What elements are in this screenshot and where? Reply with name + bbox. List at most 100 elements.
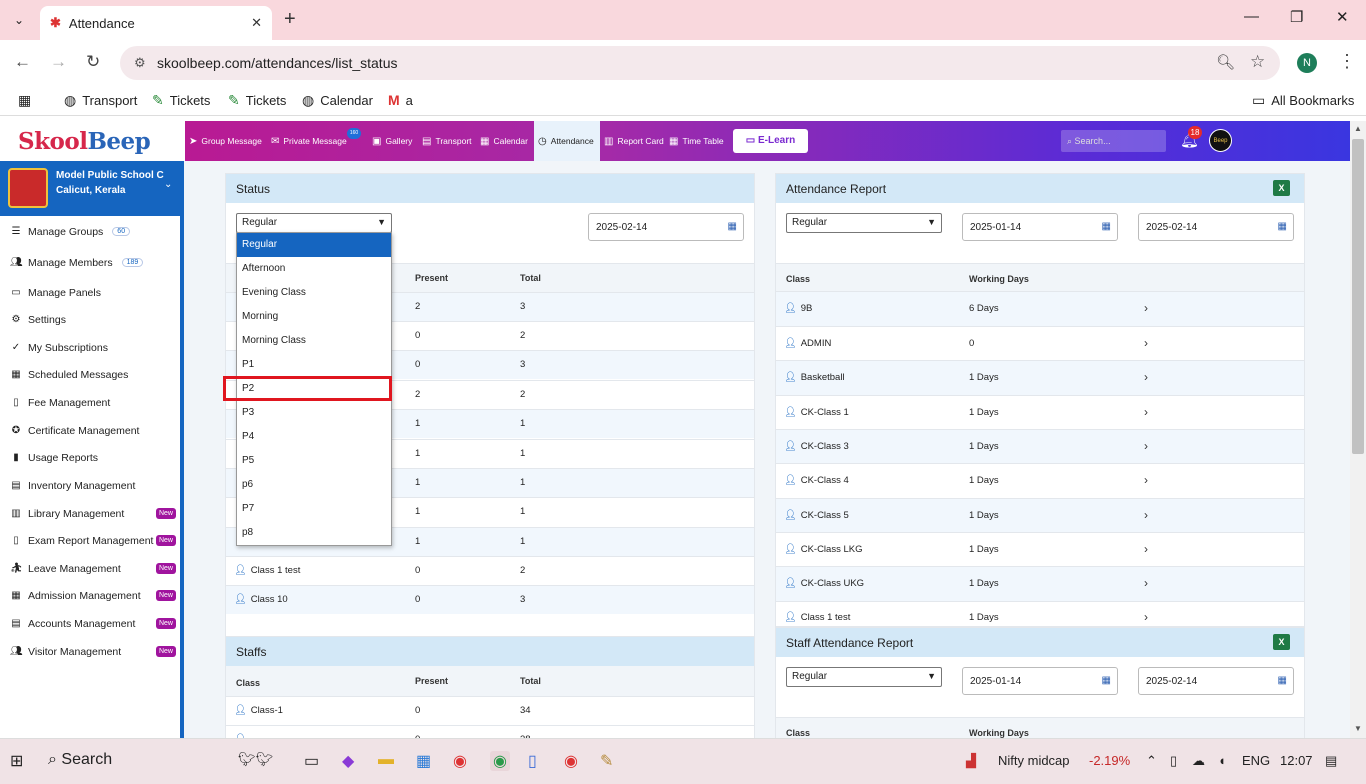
language[interactable]: ENG	[1242, 753, 1270, 768]
bookmark-tickets[interactable]: ✎ Tickets	[152, 92, 210, 109]
taskbar-search[interactable]: ⌕ Search	[48, 751, 112, 769]
sidebar-item-admission-management[interactable]: ▦ Admission Management New	[0, 582, 180, 609]
bookmark-star-icon[interactable]: ☆	[1250, 52, 1265, 72]
sidebar-item-visitor-management[interactable]: 👥︎ Visitor Management New	[0, 638, 180, 665]
site-info-icon[interactable]: ⚙	[134, 55, 146, 71]
nav-calendar[interactable]: ▦ Calendar	[476, 121, 532, 161]
close-tab-icon[interactable]: ✕	[251, 15, 262, 31]
reload-icon[interactable]: ↻	[86, 52, 100, 72]
paint-icon[interactable]: ✎	[600, 751, 613, 771]
chevron-right-icon[interactable]: ›	[1144, 439, 1148, 453]
sidebar-item-leave-management[interactable]: ⛹︎ Leave Management New	[0, 555, 180, 582]
elearn-button[interactable]: ▭ E-Learn	[733, 129, 808, 153]
table-row[interactable]: 👤︎ CK-Class 31 Days ›	[776, 429, 1304, 463]
staff-report-to-date[interactable]: 2025-02-14 ▦	[1138, 667, 1294, 695]
chevron-right-icon[interactable]: ›	[1144, 576, 1148, 590]
url-text[interactable]: skoolbeep.com/attendances/list_status	[157, 55, 397, 71]
ticker-name[interactable]: Nifty midcap	[998, 753, 1070, 768]
sidebar-item-library-management[interactable]: ▥ Library Management New	[0, 500, 180, 527]
table-row[interactable]: 👤︎ Basketball 1 Days ›	[776, 360, 1304, 395]
table-row[interactable]: 👤︎ Class 1 test 0 2	[226, 556, 754, 585]
close-window-icon[interactable]: ✕	[1336, 8, 1349, 26]
staff-report-from-date[interactable]: 2025-01-14 ▦	[962, 667, 1118, 695]
minimize-icon[interactable]: —	[1244, 8, 1259, 25]
bookmark-tickets-2[interactable]: ✎ Tickets	[228, 92, 286, 109]
status-date-input[interactable]: 2025-02-14 ▦	[588, 213, 744, 241]
dropdown-option-evening-class[interactable]: Evening Class	[237, 281, 391, 305]
dropdown-option-morning[interactable]: Morning	[237, 305, 391, 329]
device-icon[interactable]: ▯	[1170, 753, 1177, 769]
chevron-right-icon[interactable]: ›	[1144, 473, 1148, 487]
store-icon[interactable]: ▦	[416, 751, 431, 771]
chevron-right-icon[interactable]: ›	[1144, 542, 1148, 556]
task-view-icon[interactable]: ▭	[304, 751, 319, 771]
restore-icon[interactable]: ❐	[1290, 8, 1303, 26]
chevron-right-icon[interactable]: ›	[1144, 336, 1148, 350]
scroll-thumb[interactable]	[1352, 139, 1364, 454]
dropdown-option-morning-class[interactable]: Morning Class	[237, 329, 391, 353]
back-icon[interactable]: ←	[14, 52, 31, 72]
nav-report-card[interactable]: ▥ Report Card	[600, 121, 668, 161]
new-tab-icon[interactable]: +	[284, 8, 296, 31]
excel-export-icon[interactable]: X	[1273, 634, 1290, 650]
forward-icon[interactable]: →	[50, 52, 67, 72]
report-from-date[interactable]: 2025-01-14 ▦	[962, 213, 1118, 241]
calendar-icon[interactable]: ▦	[1102, 675, 1111, 686]
nav-transport[interactable]: ▤ Transport	[418, 121, 476, 161]
tab-search-chevron-icon[interactable]: ⌄	[10, 11, 28, 29]
sidebar-item-scheduled-messages[interactable]: ▦ Scheduled Messages	[0, 361, 180, 388]
sidebar-item-certificate-management[interactable]: ✪ Certificate Management	[0, 417, 180, 444]
chevron-right-icon[interactable]: ›	[1144, 610, 1148, 624]
chevron-down-icon[interactable]: ⌄	[164, 179, 172, 190]
chevron-right-icon[interactable]: ›	[1144, 405, 1148, 419]
table-row[interactable]: 👤︎ Class 1 test 1 Days ›	[776, 601, 1304, 628]
bookmark-calendar[interactable]: ◍ Calendar	[302, 92, 373, 109]
bookmark-gmail[interactable]: Ma	[388, 92, 413, 108]
sidebar-item-manage-panels[interactable]: ▭ Manage Panels	[0, 279, 180, 306]
staff-report-shift-select[interactable]: Regular ▼	[786, 667, 942, 687]
table-row[interactable]: 👤︎ CK-Class 11 Days ›	[776, 395, 1304, 429]
sidebar-item-inventory-management[interactable]: ▤ Inventory Management	[0, 472, 180, 499]
sidebar-item-subscriptions[interactable]: ✓ My Subscriptions	[0, 334, 180, 361]
table-row[interactable]: 👤︎ CK-Class LKG 1 Days ›	[776, 532, 1304, 566]
report-shift-select[interactable]: Regular ▼	[786, 213, 942, 233]
zoom-icon[interactable]: 🔍︎	[1216, 53, 1235, 71]
table-row[interactable]: 👤︎ CK-Class 41 Days ›	[776, 463, 1304, 498]
windows-start-icon[interactable]: ⊞	[10, 751, 23, 771]
table-row[interactable]: 👤︎ 9B 6 Days ›	[776, 291, 1304, 326]
dropdown-option-p1[interactable]: P1	[237, 353, 391, 377]
skoolbeep-logo[interactable]: SkoolBeep	[0, 121, 185, 161]
profile-avatar[interactable]: N	[1297, 53, 1317, 73]
dropdown-option-p3[interactable]: P3	[237, 401, 391, 425]
chrome-icon[interactable]: ◉	[453, 751, 467, 771]
calendar-icon[interactable]: ▦	[728, 221, 737, 232]
file-explorer-icon[interactable]: ▬	[378, 751, 394, 769]
sidebar-item-usage-reports[interactable]: ▮ Usage Reports	[0, 444, 180, 471]
browser-tab-attendance[interactable]: ✱ Attendance ✕	[40, 6, 272, 40]
chevron-up-icon[interactable]: ⌃	[1146, 753, 1157, 769]
sidebar-item-settings[interactable]: ⚙ Settings	[0, 306, 180, 333]
nav-private-message[interactable]: ✉ Private Message	[267, 121, 351, 161]
excel-export-icon[interactable]: X	[1273, 180, 1290, 196]
notifications-icon[interactable]: ▤	[1325, 753, 1337, 769]
bookmark-transport[interactable]: ◍ Transport	[64, 92, 137, 109]
omnibox[interactable]: ⚙ skoolbeep.com/attendances/list_status …	[120, 46, 1280, 80]
chrome-active-icon[interactable]: ◉	[490, 751, 510, 771]
sidebar-item-accounts-management[interactable]: ▤ Accounts Management New	[0, 610, 180, 637]
nav-attendance[interactable]: ◷ Attendance	[534, 121, 600, 161]
apps-grid-icon[interactable]: ▦	[18, 92, 31, 109]
chevron-right-icon[interactable]: ›	[1144, 370, 1148, 384]
dropdown-option-p7[interactable]: P7	[237, 497, 391, 521]
table-row[interactable]: 👤︎ Class-1 0 34	[226, 696, 754, 725]
table-row[interactable]: 👤︎ CK-Class 51 Days ›	[776, 498, 1304, 532]
chevron-right-icon[interactable]: ›	[1144, 301, 1148, 315]
all-bookmarks[interactable]: ▭ All Bookmarks	[1252, 92, 1354, 109]
sidebar-item-manage-groups[interactable]: ☰ Manage Groups 60	[0, 218, 180, 245]
calendar-icon[interactable]: ▦	[1102, 221, 1111, 232]
sidebar-item-fee-management[interactable]: ▯ Fee Management	[0, 389, 180, 416]
scroll-up-icon[interactable]: ▲	[1354, 124, 1362, 133]
clock[interactable]: 12:07	[1280, 753, 1313, 768]
sidebar-item-exam-report-management[interactable]: ▯ Exam Report Management New	[0, 527, 180, 554]
dropdown-option-p6[interactable]: p6	[237, 473, 391, 497]
table-row[interactable]: 👤︎038	[226, 725, 754, 738]
